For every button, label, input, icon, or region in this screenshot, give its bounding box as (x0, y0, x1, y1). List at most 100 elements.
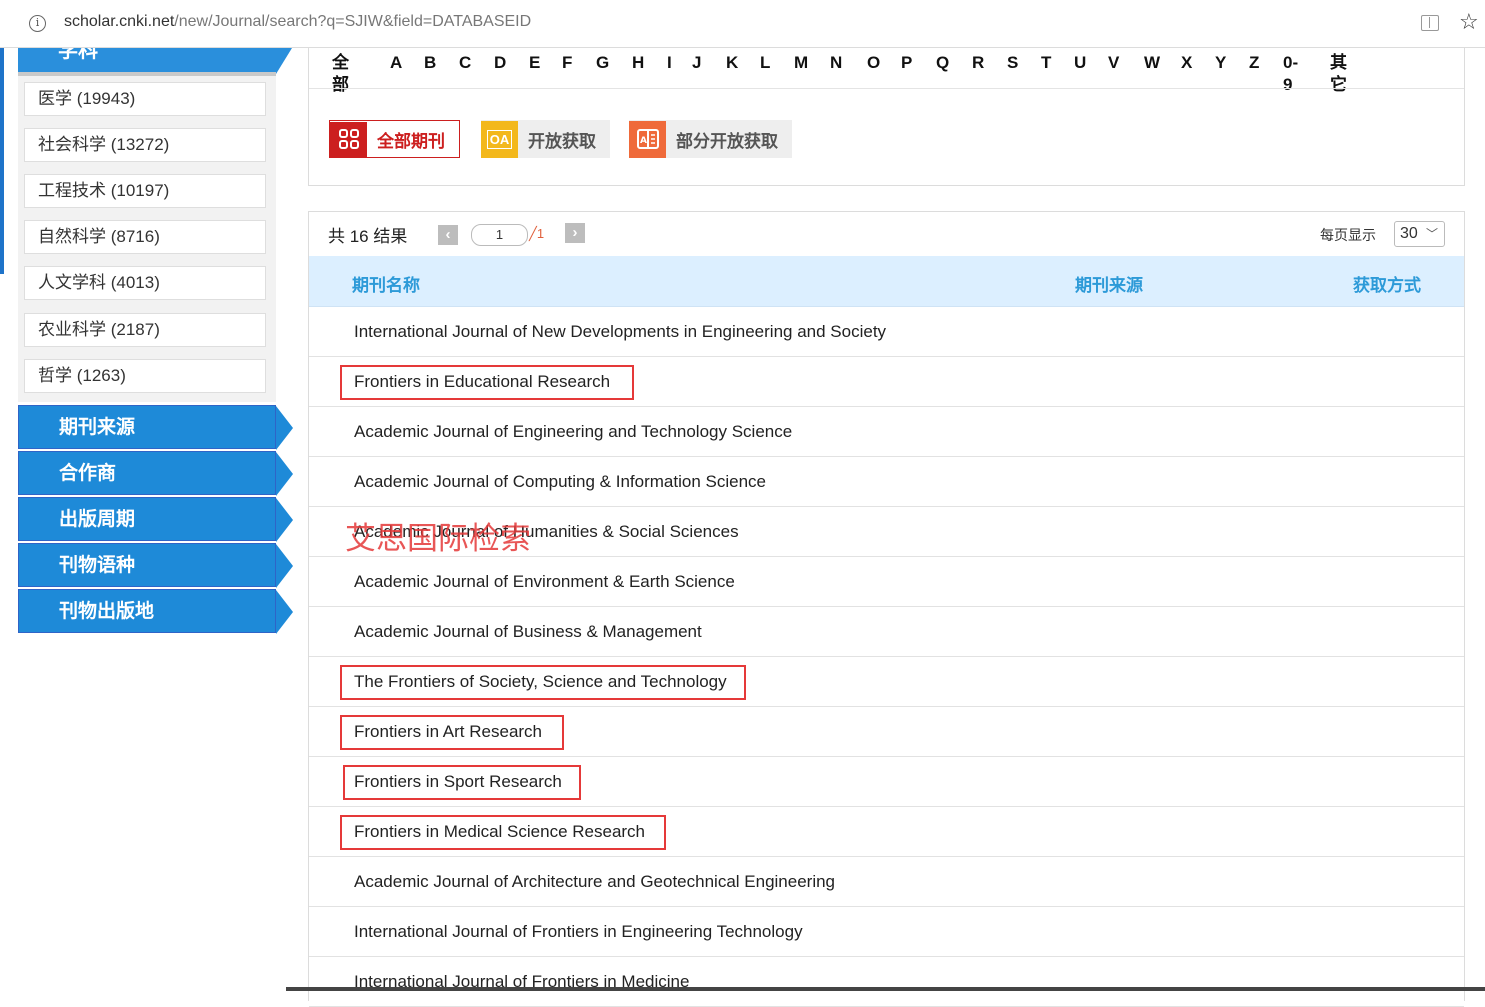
letter-filter-item[interactable]: Z (1249, 52, 1259, 74)
table-row[interactable]: Frontiers in Art Research (309, 707, 1464, 757)
table-row[interactable]: Frontiers in Medical Science Research (309, 807, 1464, 857)
letter-filter-item[interactable]: T (1041, 52, 1051, 74)
nav-publication-cycle[interactable]: 出版周期 (18, 497, 293, 542)
letter-filter-item[interactable]: Q (936, 52, 949, 74)
address-bar: i scholar.cnki.net/new/Journal/search?q=… (0, 0, 1485, 48)
journal-name-link[interactable]: Academic Journal of Engineering and Tech… (354, 422, 792, 442)
per-page-select[interactable]: 30 ﹀ (1394, 221, 1445, 247)
journal-name-link[interactable]: Academic Journal of Environment & Earth … (354, 572, 735, 592)
table-row[interactable]: International Journal of Frontiers in En… (309, 907, 1464, 957)
subject-header-arrow (276, 48, 292, 74)
letter-filter-item[interactable]: 其它 (1330, 52, 1347, 96)
letter-filter-item[interactable]: U (1074, 52, 1086, 74)
journal-name-link[interactable]: Academic Journal of Business & Managemen… (354, 622, 702, 642)
info-icon[interactable]: i (29, 15, 46, 32)
nav-journal-source[interactable]: 期刊来源 (18, 405, 293, 450)
letter-filter-item[interactable]: E (529, 52, 540, 74)
letter-filter-item[interactable]: N (830, 52, 842, 74)
letter-filter-item[interactable]: X (1181, 52, 1192, 74)
nav-label: 刊物语种 (59, 555, 136, 576)
nav-label: 合作商 (59, 463, 117, 484)
reader-mode-icon[interactable] (1421, 15, 1439, 31)
grid-icon (330, 121, 367, 157)
subject-header[interactable]: 学科 (18, 48, 276, 74)
table-row[interactable]: Academic Journal of Engineering and Tech… (309, 407, 1464, 457)
table-row[interactable]: Academic Journal of Computing & Informat… (309, 457, 1464, 507)
letter-filter-item[interactable]: K (726, 52, 738, 74)
open-access-button[interactable]: OA 开放获取 (481, 120, 610, 158)
table-row[interactable]: Frontiers in Educational Research (309, 357, 1464, 407)
table-row[interactable]: Academic Journal of Environment & Earth … (309, 557, 1464, 607)
partial-access-icon: A (629, 120, 666, 158)
letter-filter-item[interactable]: M (794, 52, 808, 74)
letter-filter-item[interactable]: A (390, 52, 402, 74)
table-row[interactable]: Academic Journal of Business & Managemen… (309, 607, 1464, 657)
nav-partner[interactable]: 合作商 (18, 451, 293, 496)
letter-filter-item[interactable]: F (562, 52, 572, 74)
subject-item[interactable]: 社会科学 (13272) (24, 128, 266, 162)
page-input[interactable]: 1 (471, 224, 528, 246)
nav-publication-place[interactable]: 刊物出版地 (18, 589, 293, 634)
letter-filter-item[interactable]: O (867, 52, 880, 74)
prev-page-button[interactable]: ‹ (438, 225, 458, 245)
journal-name-link[interactable]: International Journal of New Development… (354, 322, 886, 342)
letter-filter-item[interactable]: W (1144, 52, 1160, 74)
col-journal-name[interactable]: 期刊名称 (352, 271, 420, 296)
nav-language[interactable]: 刊物语种 (18, 543, 293, 588)
subject-header-label: 学科 (58, 48, 98, 62)
per-page-label: 每页显示 (1320, 227, 1376, 243)
journal-name-link[interactable]: Academic Journal of Architecture and Geo… (354, 872, 835, 892)
letter-filter-item[interactable]: I (667, 52, 672, 74)
col-journal-source[interactable]: 期刊来源 (1075, 271, 1143, 296)
url-path: /new/Journal/search?q=SJIW&field=DATABAS… (174, 13, 532, 30)
table-row[interactable]: The Frontiers of Society, Science and Te… (309, 657, 1464, 707)
partial-open-access-label: 部分开放获取 (676, 131, 778, 151)
letter-filter-item[interactable]: S (1007, 52, 1018, 74)
subject-panel: 学科 医学 (19943) 社会科学 (13272) 工程技术 (10197) … (18, 48, 292, 402)
journal-name-link[interactable]: Frontiers in Medical Science Research (354, 822, 645, 842)
table-row[interactable]: Frontiers in Sport Research (309, 757, 1464, 807)
all-journals-label: 全部期刊 (377, 131, 445, 151)
journal-name-link[interactable]: Academic Journal of Computing & Informat… (354, 472, 766, 492)
next-page-button[interactable]: › (565, 223, 585, 243)
table-row[interactable]: Academic Journal of Architecture and Geo… (309, 857, 1464, 907)
subject-item[interactable]: 哲学 (1263) (24, 359, 266, 393)
journal-name-link[interactable]: The Frontiers of Society, Science and Te… (354, 672, 727, 692)
journal-name-link[interactable]: Frontiers in Educational Research (354, 372, 610, 392)
letter-filter-item[interactable]: V (1108, 52, 1119, 74)
subject-item[interactable]: 自然科学 (8716) (24, 220, 266, 254)
col-access-method[interactable]: 获取方式 (1353, 271, 1421, 296)
subject-item[interactable]: 农业科学 (2187) (24, 313, 266, 347)
letter-filter-item[interactable]: P (901, 52, 912, 74)
url-field[interactable]: scholar.cnki.net/new/Journal/search?q=SJ… (64, 13, 531, 31)
letter-filter-item[interactable]: D (494, 52, 506, 74)
partial-open-access-button[interactable]: A 部分开放获取 (629, 120, 792, 158)
table-row[interactable]: International Journal of New Development… (309, 307, 1464, 357)
per-page-value: 30 (1400, 225, 1418, 242)
bookmark-star-icon[interactable]: ☆ (1459, 10, 1479, 35)
journal-name-link[interactable]: Frontiers in Sport Research (354, 772, 562, 792)
letter-filter-item[interactable]: H (632, 52, 644, 74)
subject-item[interactable]: 医学 (19943) (24, 82, 266, 116)
letter-filter-item[interactable]: J (692, 52, 701, 74)
letter-filter-item[interactable]: C (459, 52, 471, 74)
letter-filter-item[interactable]: 全部 (332, 52, 349, 96)
journal-name-link[interactable]: International Journal of Frontiers in En… (354, 922, 803, 942)
letter-filter-item[interactable]: B (424, 52, 436, 74)
all-journals-button[interactable]: 全部期刊 (329, 120, 460, 158)
nav-label: 刊物出版地 (59, 601, 155, 622)
journal-name-link[interactable]: Frontiers in Art Research (354, 722, 542, 742)
letter-filter-item[interactable]: R (972, 52, 984, 74)
letter-filter-item[interactable]: L (760, 52, 770, 74)
bottom-scroll-bar (286, 987, 1485, 991)
nav-label: 期刊来源 (59, 417, 136, 438)
letter-filter-item[interactable]: G (596, 52, 609, 74)
subject-item[interactable]: 人文学科 (4013) (24, 266, 266, 300)
letter-filter-item[interactable]: 0-9 (1283, 52, 1298, 96)
letter-filter-item[interactable]: Y (1215, 52, 1226, 74)
sidebar: 学科 医学 (19943) 社会科学 (13272) 工程技术 (10197) … (18, 48, 294, 648)
oa-icon-text: OA (486, 129, 513, 149)
filter-box: 全部 A B C D E F G H I J K L M N O P Q R S T U V W X Y Z 0-9 其它 全部期刊 O… (308, 48, 1465, 186)
subject-item[interactable]: 工程技术 (10197) (24, 174, 266, 208)
table-row[interactable]: International Journal of Frontiers in Me… (309, 957, 1464, 1007)
